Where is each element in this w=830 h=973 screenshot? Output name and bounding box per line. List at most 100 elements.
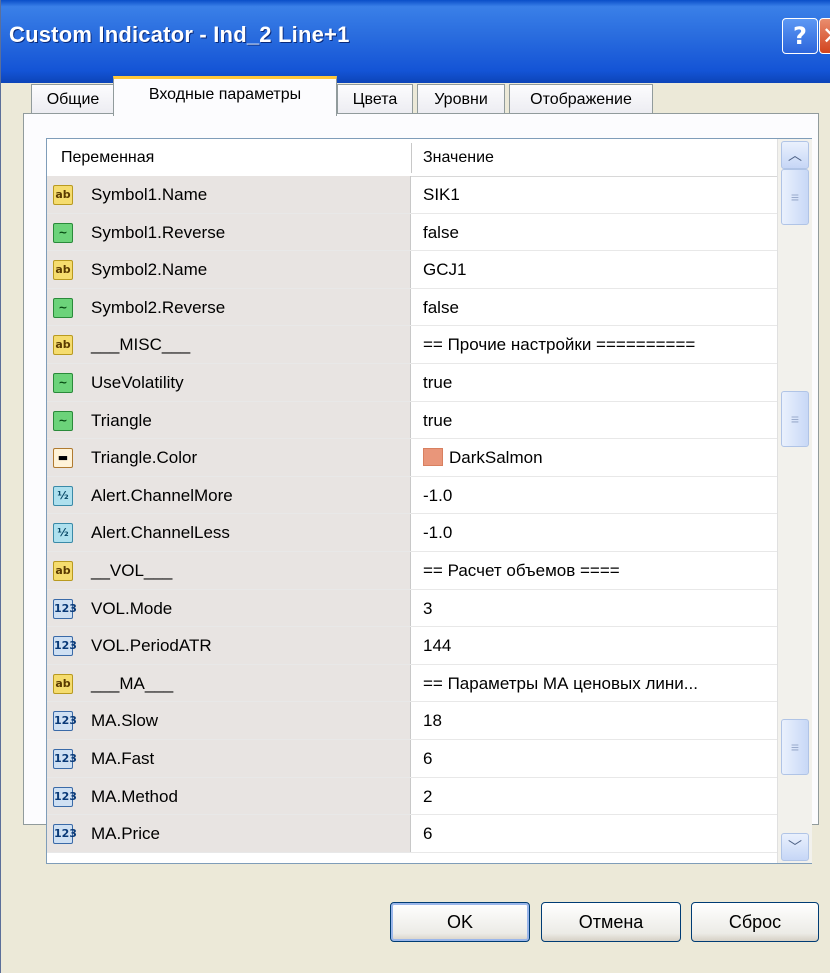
value-cell[interactable]: 2	[423, 787, 432, 807]
column-header-variable[interactable]: Переменная	[61, 149, 154, 167]
value-cell[interactable]: false	[423, 298, 459, 318]
variable-cell[interactable]: ½ Alert.ChannelMore	[47, 476, 411, 514]
table-row[interactable]: ∼ Symbol1.Reverse false	[47, 213, 777, 252]
table-row[interactable]: ab __VOL___ == Расчет объемов ====	[47, 551, 777, 590]
value-cell[interactable]: true	[423, 373, 452, 393]
value-text: DarkSalmon	[449, 448, 543, 468]
variable-name: __VOL___	[91, 560, 173, 580]
scroll-up-button[interactable]: ︿	[781, 141, 809, 169]
tab-display[interactable]: Отображение	[509, 84, 653, 114]
value-cell[interactable]: 18	[423, 711, 442, 731]
column-divider[interactable]	[411, 143, 412, 173]
value-cell[interactable]: 6	[423, 749, 432, 769]
value-text: 2	[423, 786, 433, 806]
value-cell[interactable]: SIK1	[423, 185, 460, 205]
reset-button[interactable]: Сброс	[691, 902, 819, 942]
variable-name: VOL.PeriodATR	[91, 636, 212, 656]
bool-type-icon: ∼	[53, 222, 73, 243]
tab-general[interactable]: Общие	[31, 84, 115, 114]
variable-name: MA.Price	[91, 824, 160, 844]
table-row[interactable]: ab ___MISC___ == Прочие настройки ========…	[47, 326, 777, 364]
int-type-icon: 123	[53, 598, 77, 619]
title-bar[interactable]: Custom Indicator - Ind_2 Line+1 ? ✕	[1, 0, 830, 83]
value-cell[interactable]: 3	[423, 599, 432, 619]
table-row[interactable]: 123 MA.Slow 18	[47, 702, 777, 740]
value-cell[interactable]: 144	[423, 636, 451, 656]
scroll-down-button[interactable]: ﹀	[781, 833, 809, 861]
variable-cell[interactable]: ▬ Triangle.Color	[47, 439, 411, 476]
value-cell[interactable]: -1.0	[423, 486, 452, 506]
variable-cell[interactable]: ab __VOL___	[47, 551, 411, 589]
scroll-thumb[interactable]: ≡	[781, 719, 809, 775]
table-row[interactable]: ½ Alert.ChannelLess -1.0	[47, 514, 777, 552]
value-text: == Расчет объемов ====	[423, 560, 620, 580]
variable-cell[interactable]: 123 MA.Price	[47, 815, 411, 852]
grid-rows: ab Symbol1.Name SIK1 ∼ Symbol1.Reverse false a…	[47, 176, 777, 853]
string-type-icon: ab	[53, 185, 73, 205]
variable-name: ___MA___	[91, 673, 174, 693]
tab-colors[interactable]: Цвета	[337, 84, 413, 114]
value-cell[interactable]: DarkSalmon	[423, 448, 543, 468]
int-type-icon: 123	[53, 824, 77, 845]
string-type-icon: ab	[53, 560, 73, 581]
value-text: true	[423, 372, 453, 392]
table-row[interactable]: 123 MA.Method 2	[47, 777, 777, 816]
variable-name: UseVolatility	[91, 372, 184, 392]
table-row[interactable]: 123 VOL.PeriodATR 144	[47, 627, 777, 665]
table-row[interactable]: 123 MA.Fast 6	[47, 739, 777, 778]
table-row[interactable]: ½ Alert.ChannelMore -1.0	[47, 476, 777, 515]
bool-type-icon: ∼	[53, 410, 73, 431]
help-button[interactable]: ?	[782, 18, 818, 54]
variable-cell[interactable]: ab ___MISC___	[47, 326, 411, 363]
value-cell[interactable]: == Расчет объемов ====	[423, 561, 620, 581]
tab-input-parameters[interactable]: Входные параметры	[113, 76, 337, 116]
tab-levels[interactable]: Уровни	[417, 84, 505, 114]
table-row[interactable]: ∼ UseVolatility true	[47, 363, 777, 402]
value-text: 6	[423, 748, 433, 768]
variable-cell[interactable]: 123 MA.Fast	[47, 739, 411, 777]
variable-cell[interactable]: 123 VOL.Mode	[47, 589, 411, 627]
variable-cell[interactable]: 123 VOL.PeriodATR	[47, 627, 411, 664]
table-row[interactable]: ∼ Symbol2.Reverse false	[47, 288, 777, 327]
value-text: false	[423, 297, 459, 317]
variable-cell[interactable]: 123 MA.Method	[47, 777, 411, 815]
cancel-button[interactable]: Отмена	[541, 902, 681, 942]
variable-cell[interactable]: ab Symbol2.Name	[47, 251, 411, 288]
value-text: == Параметры МА ценовых лини...	[423, 673, 698, 693]
value-cell[interactable]: GCJ1	[423, 260, 466, 280]
variable-cell[interactable]: ab Symbol1.Name	[47, 176, 411, 213]
variable-cell[interactable]: ∼ UseVolatility	[47, 363, 411, 401]
value-cell[interactable]: -1.0	[423, 523, 452, 543]
variable-cell[interactable]: ∼ Symbol2.Reverse	[47, 288, 411, 326]
variable-cell[interactable]: ab ___MA___	[47, 664, 411, 702]
table-row[interactable]: ▬ Triangle.Color DarkSalmon	[47, 439, 777, 477]
variable-name: Symbol2.Reverse	[91, 297, 226, 317]
value-text: 6	[423, 824, 433, 844]
value-text: 144	[423, 636, 452, 656]
table-row[interactable]: 123 MA.Price 6	[47, 815, 777, 853]
table-row[interactable]: ab ___MA___ == Параметры МА ценовых лини..…	[47, 664, 777, 703]
column-header-value[interactable]: Значение	[423, 149, 494, 167]
string-type-icon: ab	[53, 335, 73, 356]
variable-cell[interactable]: ∼ Triangle	[47, 401, 411, 439]
table-row[interactable]: ∼ Triangle true	[47, 401, 777, 440]
value-cell[interactable]: == Прочие настройки ==========	[423, 335, 695, 355]
table-row[interactable]: ab Symbol1.Name SIK1	[47, 176, 777, 214]
table-row[interactable]: 123 VOL.Mode 3	[47, 589, 777, 628]
value-cell[interactable]: == Параметры МА ценовых лини...	[423, 674, 698, 694]
value-cell[interactable]: 6	[423, 824, 432, 844]
variable-cell[interactable]: 123 MA.Slow	[47, 702, 411, 739]
ok-button[interactable]: OK	[390, 902, 530, 942]
close-button[interactable]: ✕	[819, 18, 830, 54]
variable-cell[interactable]: ∼ Symbol1.Reverse	[47, 213, 411, 251]
table-row[interactable]: ab Symbol2.Name GCJ1	[47, 251, 777, 289]
scroll-thumb[interactable]: ≡	[781, 169, 809, 225]
value-cell[interactable]: false	[423, 223, 459, 243]
close-icon: ✕	[822, 22, 830, 50]
variable-cell[interactable]: ½ Alert.ChannelLess	[47, 514, 411, 551]
scroll-thumb[interactable]: ≡	[781, 391, 809, 447]
value-cell[interactable]: true	[423, 411, 452, 431]
int-type-icon: 123	[53, 786, 77, 807]
color-type-icon: ▬	[53, 448, 73, 469]
vertical-scrollbar[interactable]: ︿ ≡ ≡ ≡ ﹀	[777, 139, 812, 863]
